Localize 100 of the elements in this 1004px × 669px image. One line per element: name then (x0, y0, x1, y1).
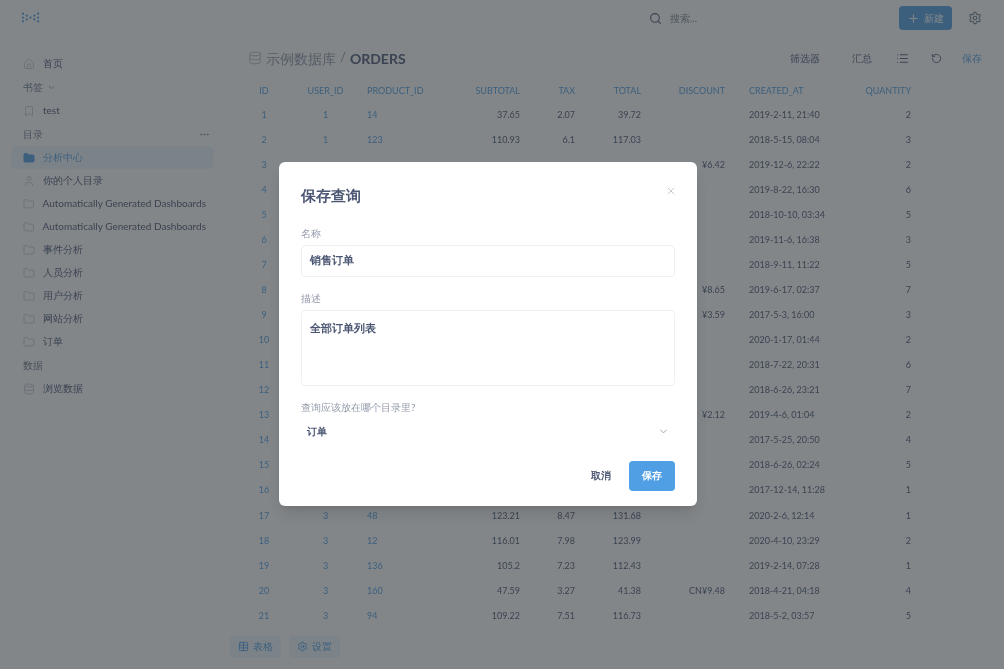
table-link[interactable]: 7 (261, 258, 267, 272)
column-header[interactable]: DISCOUNT (641, 80, 725, 102)
table-link[interactable]: 3 (322, 508, 329, 522)
table-link[interactable]: 21 (258, 608, 270, 623)
table-cell: 37.65 (497, 107, 520, 122)
table-link[interactable]: 160 (367, 583, 383, 598)
list-icon[interactable] (896, 51, 909, 65)
sidebar-item[interactable]: 事件分析 (11, 238, 214, 261)
table-cell: 39.72 (618, 107, 641, 122)
table-title: ORDERS (349, 48, 406, 69)
table-cell: 2017-5-3, 16:00 (749, 308, 815, 322)
table-link[interactable]: 2 (261, 132, 267, 147)
table-link[interactable]: 19 (258, 558, 270, 573)
table-link[interactable]: 13 (258, 408, 270, 422)
table-cell: 2018-7-22, 20:31 (749, 358, 820, 372)
plus-icon (907, 11, 920, 25)
column-header[interactable]: TOTAL (575, 80, 641, 102)
sidebar-item[interactable]: 首页 (11, 52, 214, 75)
table-link[interactable]: 18 (258, 533, 270, 548)
folder-icon (23, 151, 35, 164)
table-link[interactable]: 10 (258, 333, 270, 347)
table-cell: 2 (905, 157, 911, 172)
table-link[interactable]: 1 (261, 107, 267, 122)
table-link[interactable]: 14 (258, 433, 270, 447)
sidebar-item[interactable]: test (11, 99, 214, 122)
table-link[interactable]: 3 (322, 583, 329, 598)
table-cell: 117.03 (612, 132, 641, 147)
table-cell: 109.22 (491, 608, 520, 623)
table-link[interactable]: 12 (367, 533, 378, 548)
breadcrumb-separator: / (340, 48, 346, 68)
table-cell: 41.38 (618, 583, 641, 598)
table-cell: 2018-6-26, 23:21 (749, 383, 820, 397)
table-cell: 6.1 (562, 132, 575, 147)
column-header[interactable]: USER_ID (288, 80, 363, 102)
table-link[interactable]: 12 (258, 383, 270, 397)
table-cell: 7.98 (557, 533, 575, 548)
table-cell: 2019-2-14, 07:28 (749, 558, 820, 573)
table-cell: 123.99 (612, 533, 641, 548)
sidebar-item[interactable]: 用户分析 (11, 284, 214, 307)
column-header[interactable]: PRODUCT_ID (363, 80, 443, 102)
table-link[interactable]: 5 (261, 207, 267, 222)
table-link[interactable]: 17 (258, 508, 270, 522)
column-header[interactable]: QUANTITY (849, 80, 919, 102)
table-cell: ¥6.42 (702, 157, 725, 172)
sidebar-item[interactable]: 人员分析 (11, 261, 214, 284)
column-header[interactable]: TAX (520, 80, 575, 102)
cancel-button[interactable]: 取消 (581, 460, 621, 491)
sidebar-item[interactable]: Automatically Generated Dashboards (11, 192, 214, 215)
table-cell: 2017-5-25, 20:50 (749, 433, 820, 447)
table-link[interactable]: 136 (367, 558, 383, 573)
field-label: 描述 (301, 290, 322, 306)
table-cell: 4 (905, 433, 911, 447)
table-link[interactable]: 123 (367, 132, 383, 147)
table-cell: 2 (905, 107, 911, 122)
visualization-button[interactable]: 表格 (230, 636, 281, 658)
table-link[interactable]: 16 (258, 483, 270, 497)
settings-icon[interactable] (968, 11, 982, 25)
sidebar-item[interactable]: Automatically Generated Dashboards (11, 215, 214, 238)
table-cell: 131.68 (612, 508, 641, 522)
table-cell: ¥3.59 (702, 308, 725, 322)
table-link[interactable]: 8 (261, 283, 267, 297)
table-link[interactable]: 1 (322, 132, 329, 147)
name-input[interactable]: 销售订单 (301, 244, 675, 277)
column-header[interactable]: CREATED_AT (725, 80, 849, 102)
table-link[interactable]: 9 (261, 308, 267, 322)
column-header[interactable]: SUBTOTAL (443, 80, 520, 102)
table-cell: 123.21 (491, 508, 520, 522)
table-cell: 2 (905, 408, 911, 422)
filter-button[interactable]: 筛选器 (790, 50, 820, 66)
table-cell: 2019-2-11, 21:40 (749, 107, 820, 122)
collection-select[interactable]: 订单 (301, 418, 675, 445)
table-link[interactable]: 3 (322, 533, 329, 548)
table-cell: 112.43 (612, 558, 641, 573)
table-cell: 105.2 (497, 558, 520, 573)
table-link[interactable]: 48 (367, 508, 378, 522)
table-link[interactable]: 3 (322, 608, 329, 623)
description-textarea[interactable]: 全部订单列表 (301, 309, 675, 386)
table-link[interactable]: 14 (367, 107, 378, 122)
table-cell: 7 (905, 283, 911, 297)
sidebar-item[interactable]: 浏览数据 (11, 377, 214, 400)
table-link[interactable]: 1 (322, 107, 329, 122)
table-link[interactable]: 11 (258, 358, 270, 372)
table-icon (238, 641, 249, 653)
table-cell: 2018-4-21, 04:18 (749, 583, 820, 598)
logo-icon[interactable] (22, 11, 40, 25)
table-link[interactable]: 3 (322, 558, 329, 573)
table-link[interactable]: 6 (261, 233, 267, 247)
refresh-icon[interactable] (931, 52, 942, 64)
sidebar-item[interactable]: 网站分析 (11, 307, 214, 330)
save-button[interactable]: 保存 (962, 50, 982, 66)
table-cell: 6 (905, 358, 911, 372)
table-link[interactable]: 20 (258, 583, 270, 598)
close-icon[interactable] (665, 185, 677, 197)
table-link[interactable]: 15 (258, 458, 270, 472)
table-link[interactable]: 94 (367, 608, 378, 623)
table-cell: 2019-4-6, 01:04 (749, 408, 815, 422)
dialog-title: 保存查询 (301, 185, 361, 206)
table-link[interactable]: 3 (261, 157, 267, 172)
save-button[interactable]: 保存 (629, 460, 675, 491)
column-header[interactable]: ID (240, 80, 288, 102)
